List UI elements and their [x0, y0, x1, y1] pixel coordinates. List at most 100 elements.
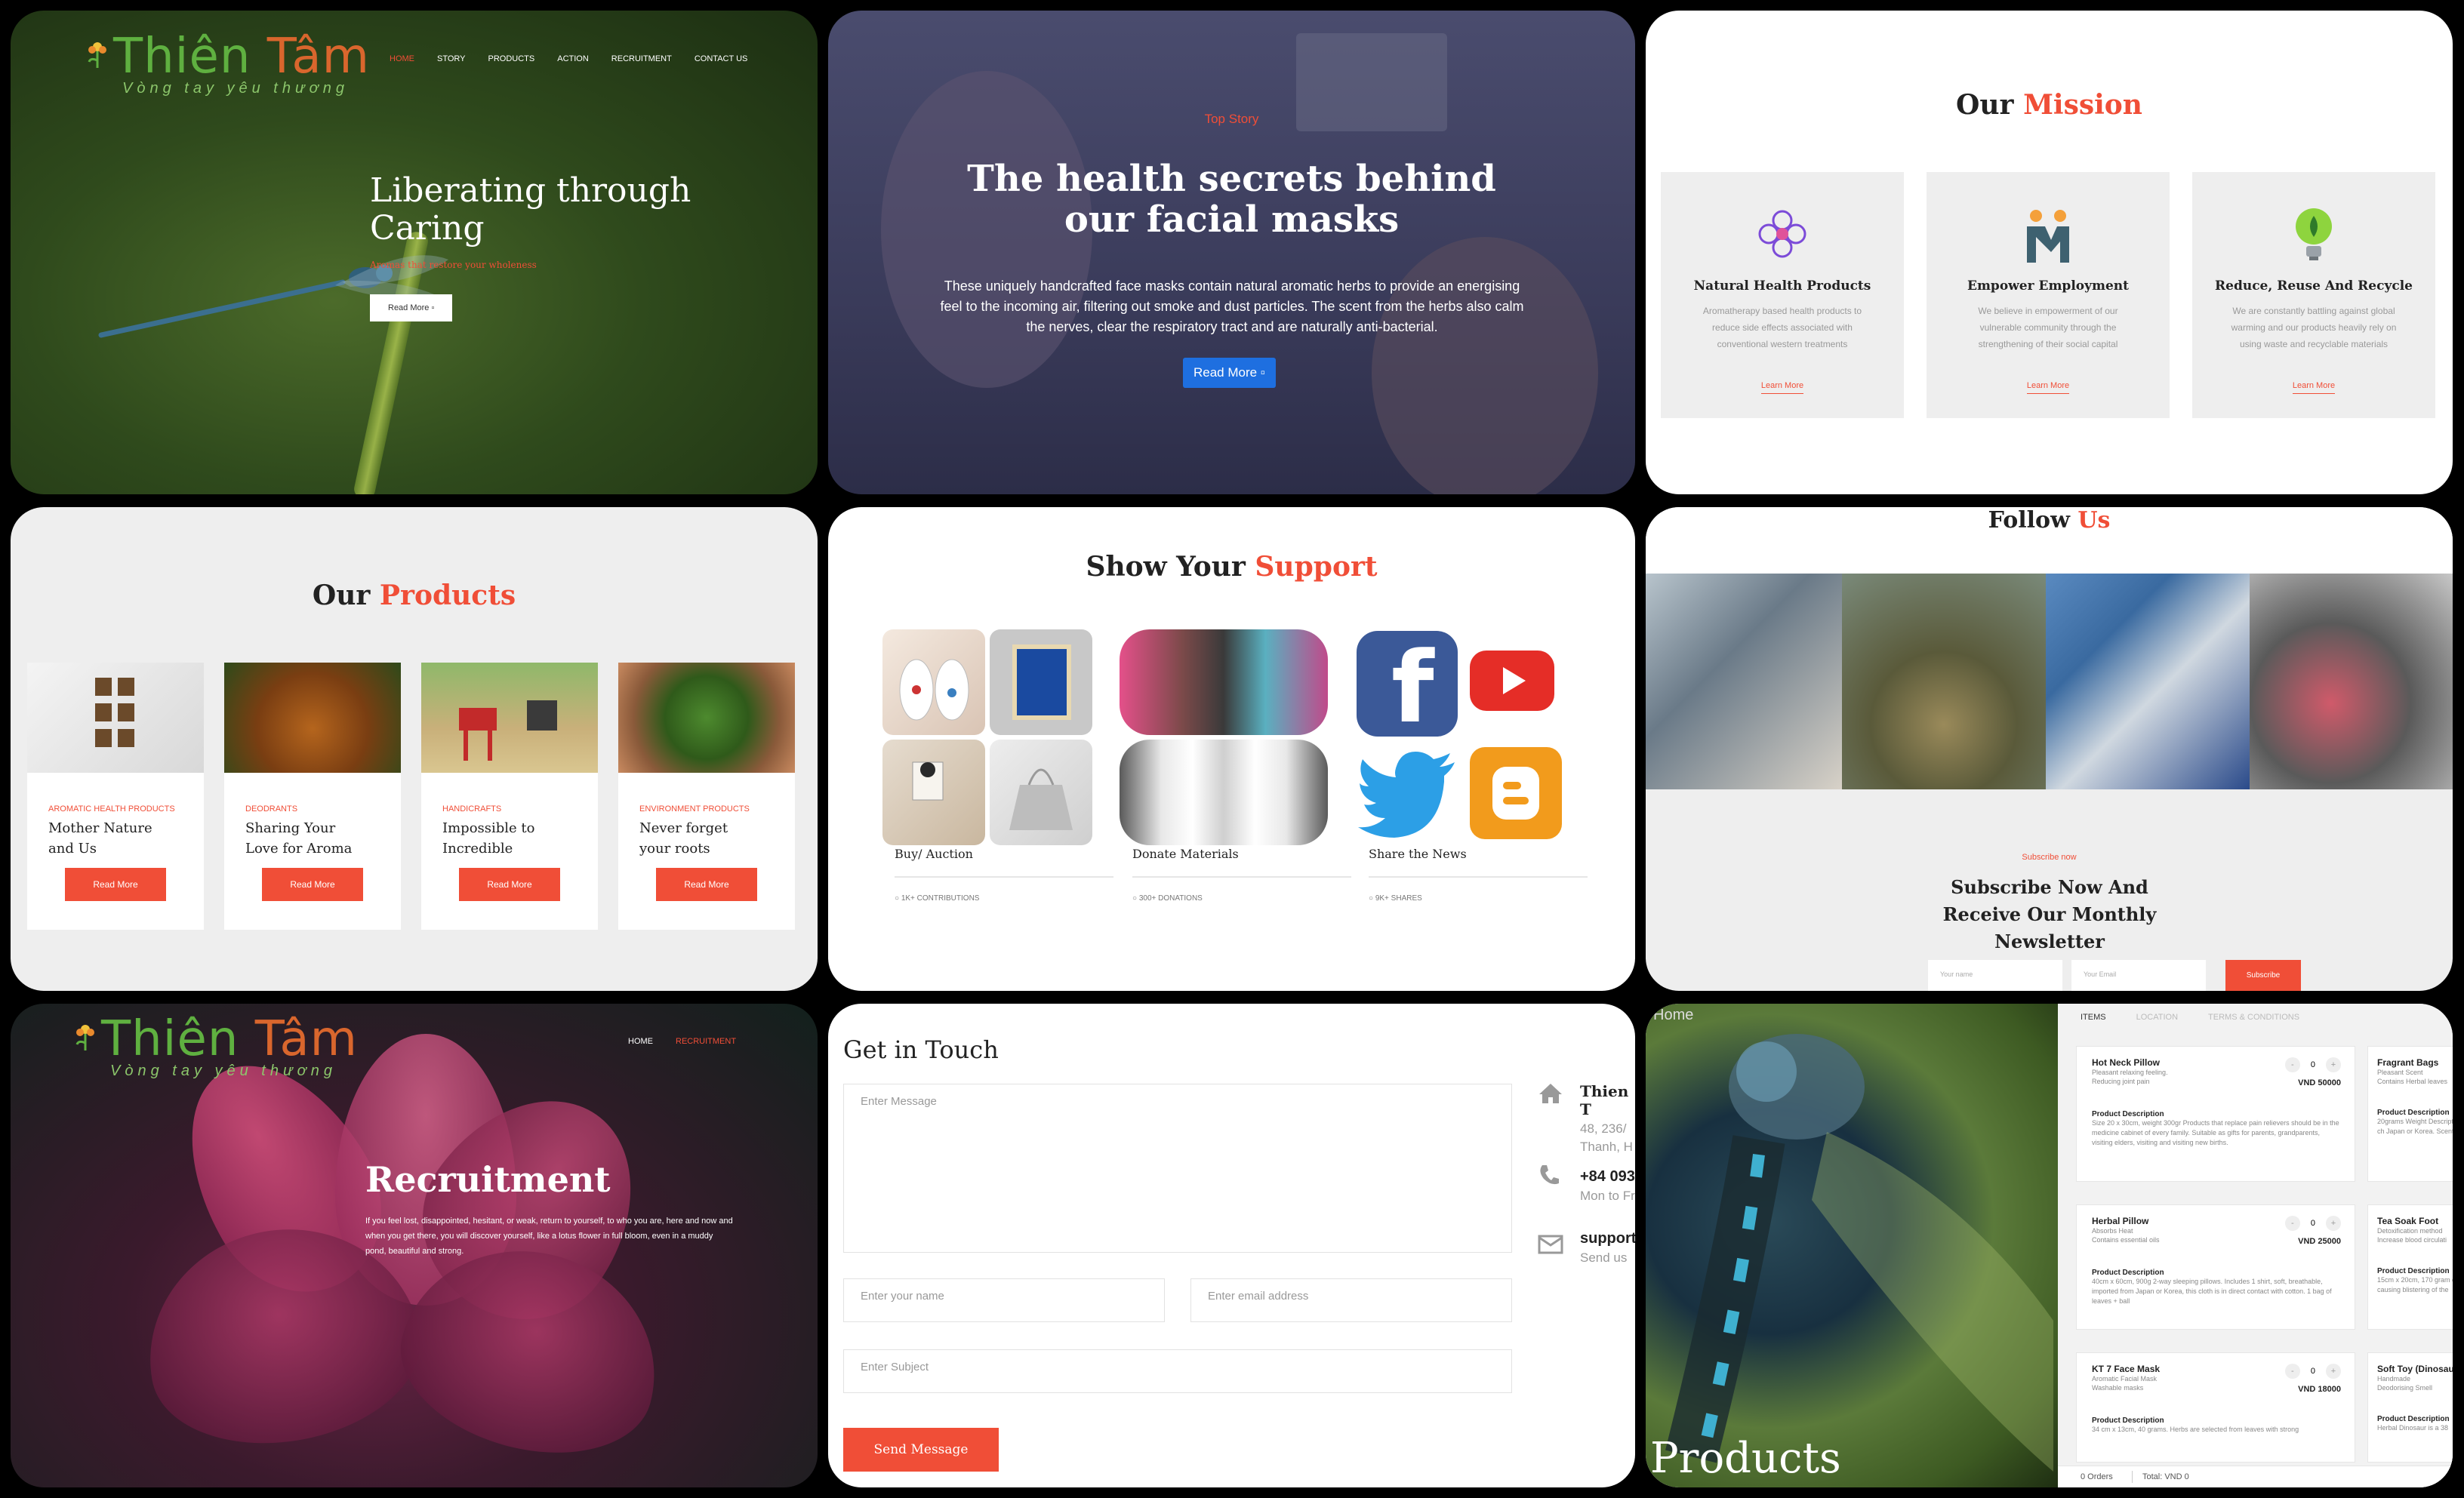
facebook-icon[interactable]: f [1357, 631, 1458, 737]
learn-more-link[interactable]: Learn More [2026, 381, 2070, 394]
item-desc: Contains essential oils [2092, 1236, 2160, 1244]
product-read-more-button[interactable]: Read More [459, 868, 560, 901]
plus-icon[interactable]: + [2326, 1364, 2341, 1379]
item-price: VND 50000 [2298, 1078, 2341, 1087]
support-buy[interactable]: Buy/ Auction 1K+ CONTRIBUTIONS [895, 847, 1113, 903]
item-qty: 0 [2310, 1367, 2315, 1376]
donated-cotton-image[interactable] [1120, 740, 1328, 845]
artwork-image[interactable] [990, 629, 1092, 735]
nav-story[interactable]: STORY [437, 54, 466, 63]
quantity-stepper[interactable]: - 0 + [2284, 1057, 2341, 1072]
email-input[interactable]: Enter email address [1190, 1278, 1512, 1322]
breadcrumb-home[interactable]: Home [1653, 1007, 1693, 1024]
item-detail-head: Product Description [2092, 1110, 2164, 1118]
product-item-card: Tea Soak Foot Detoxification method Incr… [2367, 1204, 2453, 1330]
gallery-photo[interactable] [1842, 574, 2046, 789]
name-input[interactable]: Enter your name [843, 1278, 1165, 1322]
learn-more-link[interactable]: Learn More [2292, 381, 2336, 394]
send-message-button[interactable]: Send Message [843, 1428, 999, 1472]
contact-address-line: 48, 236/ [1580, 1121, 1627, 1136]
gallery-photo[interactable] [2250, 574, 2453, 789]
product-item-card: Hot Neck Pillow Pleasant relaxing feelin… [2076, 1046, 2355, 1182]
message-textarea[interactable]: Enter Message [843, 1084, 1512, 1253]
contact-phone-title[interactable]: +84 093 [1580, 1168, 1635, 1186]
subscribe-email-input[interactable]: Your Email [2071, 960, 2206, 991]
gallery-photo[interactable] [1646, 574, 1842, 789]
tab-terms[interactable]: TERMS & CONDITIONS [2208, 1013, 2299, 1022]
contact-email-title[interactable]: support [1580, 1230, 1635, 1247]
top-story-read-more-button[interactable]: Read More ▫ [1183, 358, 1276, 388]
quantity-stepper[interactable]: - 0 + [2284, 1364, 2341, 1379]
product-read-more-button[interactable]: Read More [65, 868, 166, 901]
plus-icon[interactable]: + [2326, 1216, 2341, 1231]
logo-name-a: Thiên [113, 29, 267, 85]
minus-icon[interactable]: - [2284, 1216, 2300, 1231]
tote-bag-image[interactable] [990, 740, 1092, 845]
gallery-photo[interactable] [2046, 574, 2250, 789]
subscribe-name-input[interactable]: Your name [1928, 960, 2062, 991]
product-image [224, 663, 401, 773]
item-name: Hot Neck Pillow [2092, 1057, 2161, 1068]
home-icon [1539, 1084, 1562, 1103]
cart-orders: 0 Orders [2081, 1472, 2113, 1481]
learn-more-link[interactable]: Learn More [1760, 381, 1804, 394]
hero-title: Liberating through Caring [370, 171, 691, 248]
top-story-tile: Top Story The health secrets behind our … [828, 11, 1635, 494]
plus-icon[interactable]: + [2326, 1057, 2341, 1072]
nav-recruitment[interactable]: RECRUITMENT [611, 54, 672, 63]
mission-title-b: Mission [2023, 89, 2142, 121]
nav-home[interactable]: HOME [390, 54, 414, 63]
read-more-button[interactable]: Read More ▫ [370, 294, 453, 321]
mission-card-text: We believe in empowerment of our vulnera… [1978, 306, 2118, 349]
minus-icon[interactable]: - [2284, 1364, 2300, 1379]
main-nav: HOME STORY PRODUCTS ACTION RECRUITMENT C… [390, 54, 747, 63]
contact-phone: +84 093 Mon to Fr [1580, 1168, 1635, 1204]
logo-name-b: Tâm [266, 29, 370, 85]
support-title-a: Show Your [1086, 551, 1255, 583]
follow-title-a: Follow [1988, 507, 2078, 534]
item-desc: Contains Herbal leaves [2377, 1078, 2448, 1085]
twitter-icon[interactable] [1357, 749, 1462, 839]
logo-name-b: Tâm [254, 1011, 358, 1067]
sachet-image[interactable] [882, 740, 985, 845]
item-desc: Deodorising Smell [2377, 1384, 2433, 1392]
item-detail: Herbal Dinosaur is a 38 [2377, 1424, 2449, 1432]
subject-input[interactable]: Enter Subject [843, 1349, 1512, 1393]
contact-email: support Send us [1580, 1230, 1635, 1266]
logo-tagline: Vòng tay yêu thương [110, 1063, 337, 1079]
handicraft-image[interactable] [882, 629, 985, 735]
support-label: Donate Materials [1132, 847, 1351, 878]
nav-contact-us[interactable]: CONTACT US [695, 54, 748, 63]
support-label: Buy/ Auction [895, 847, 1113, 878]
item-qty: 0 [2310, 1219, 2315, 1228]
logo[interactable]: Thiên Tâm Vòng tay yêu thương [75, 1011, 358, 1080]
minus-icon[interactable]: - [2284, 1057, 2300, 1072]
product-image [421, 663, 598, 773]
product-item-card: Fragrant Bags Pleasant Scent Contains He… [2367, 1046, 2453, 1182]
contact-address-line2: Thanh, H [1580, 1140, 1633, 1154]
item-detail-head: Product Description [2377, 1109, 2450, 1117]
logo[interactable]: Thiên Tâm Vòng tay yêu thương [88, 29, 370, 97]
youtube-icon[interactable] [1470, 651, 1554, 711]
nav-home[interactable]: HOME [628, 1037, 653, 1046]
flower-logo-icon [75, 1025, 94, 1050]
products-title-a: Our [312, 580, 380, 611]
support-donate[interactable]: Donate Materials 300+ DONATIONS [1132, 847, 1351, 903]
tab-items[interactable]: ITEMS [2081, 1013, 2106, 1022]
product-read-more-button[interactable]: Read More [656, 868, 757, 901]
nav-action[interactable]: ACTION [557, 54, 589, 63]
item-detail: 15cm x 20cm, 170 gram excretion. Regulat… [2377, 1276, 2453, 1293]
nav-products[interactable]: PRODUCTS [488, 54, 535, 63]
subscribe-button[interactable]: Subscribe [2225, 960, 2301, 991]
product-read-more-button[interactable]: Read More [262, 868, 363, 901]
blogger-icon[interactable] [1470, 747, 1562, 839]
products-shop-tile: Home Products ITEMS LOCATION TERMS & CON… [1646, 1004, 2453, 1487]
donated-fabric-image[interactable] [1120, 629, 1328, 735]
contact-address: Thien T 48, 236/ Thanh, H [1580, 1082, 1635, 1155]
divider [2132, 1471, 2133, 1483]
quantity-stepper[interactable]: - 0 + [2284, 1216, 2341, 1231]
item-detail-head: Product Description [2377, 1415, 2450, 1423]
tab-location[interactable]: LOCATION [2136, 1013, 2178, 1022]
nav-recruitment[interactable]: RECRUITMENT [676, 1037, 736, 1046]
support-share[interactable]: Share the News 9K+ SHARES [1369, 847, 1588, 903]
